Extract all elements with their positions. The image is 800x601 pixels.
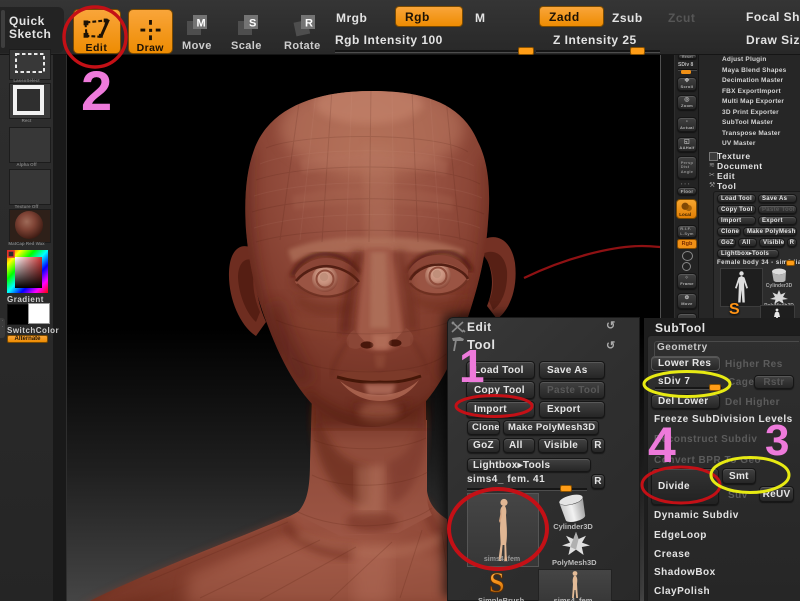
svg-text:Local: Local xyxy=(679,212,691,217)
svg-text:Scale: Scale xyxy=(231,40,262,52)
svg-text:S: S xyxy=(249,18,256,30)
svg-text:S: S xyxy=(489,568,505,596)
svg-text:Draw: Draw xyxy=(137,42,165,54)
svg-text:M: M xyxy=(197,18,206,30)
svg-text:Rotate: Rotate xyxy=(284,40,321,52)
svg-text:R: R xyxy=(305,18,313,30)
svg-text:Edit: Edit xyxy=(86,42,108,54)
svg-text:Move: Move xyxy=(182,40,212,52)
